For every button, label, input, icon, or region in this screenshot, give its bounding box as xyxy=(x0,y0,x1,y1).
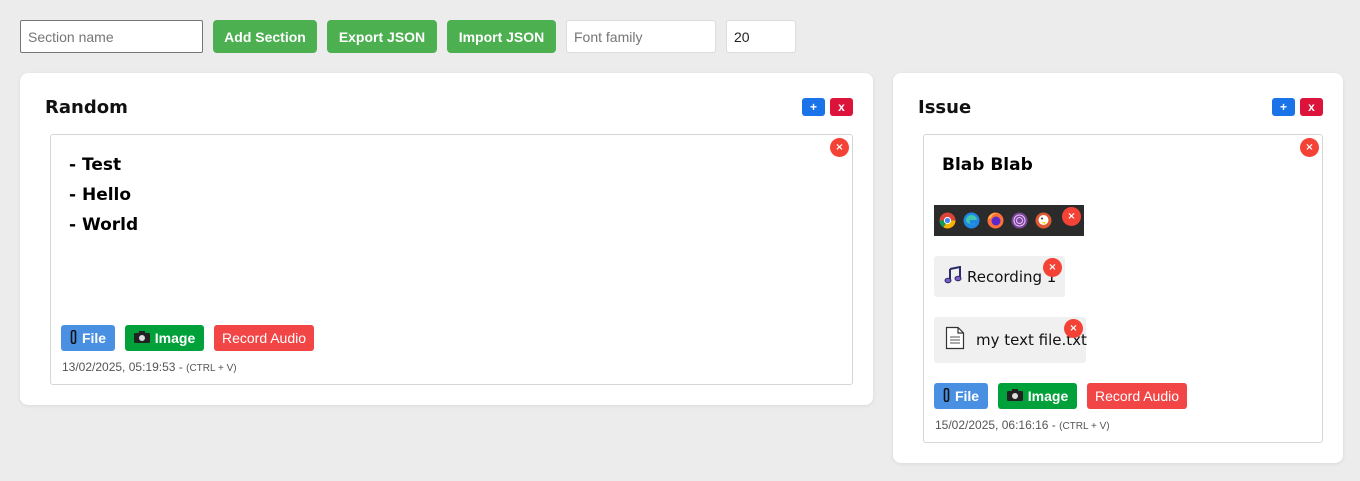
record-audio-button[interactable]: Record Audio xyxy=(214,325,314,351)
close-note-icon[interactable]: × xyxy=(830,138,849,157)
image-button-label: Image xyxy=(154,330,196,346)
firefox-icon xyxy=(985,210,1006,231)
font-family-input[interactable] xyxy=(566,20,716,53)
duckduckgo-icon xyxy=(1033,210,1054,231)
font-size-input[interactable] xyxy=(726,20,796,53)
document-icon xyxy=(945,326,965,354)
timestamp-text: 15/02/2025, 06:16:16 - xyxy=(935,418,1060,432)
import-json-button[interactable]: Import JSON xyxy=(447,20,556,53)
attach-file-button[interactable]: File xyxy=(934,383,988,409)
delete-section-button[interactable]: x xyxy=(830,98,853,116)
section-random: Random + x × - Test - Hello - World File… xyxy=(20,73,873,405)
note-timestamp: 13/02/2025, 05:19:53 - (CTRL + V) xyxy=(62,360,237,374)
record-audio-button[interactable]: Record Audio xyxy=(1087,383,1187,409)
paperclip-icon xyxy=(70,329,77,347)
music-note-icon xyxy=(944,265,962,288)
delete-section-button[interactable]: x xyxy=(1300,98,1323,116)
add-note-button[interactable]: + xyxy=(1272,98,1295,116)
file-attachment[interactable]: my text file.txt xyxy=(934,317,1087,363)
chrome-icon xyxy=(937,210,958,231)
section-title: Random xyxy=(45,97,128,118)
note-card: × - Test - Hello - World File Image Reco… xyxy=(50,134,853,385)
note-text-line[interactable]: - Hello xyxy=(69,185,131,205)
file-button-label: File xyxy=(81,330,107,346)
timestamp-text: 13/02/2025, 05:19:53 - xyxy=(62,360,187,374)
edge-icon xyxy=(961,210,982,231)
remove-file-icon[interactable]: × xyxy=(1064,319,1083,338)
pasted-image xyxy=(934,205,1084,236)
note-timestamp: 15/02/2025, 06:16:16 - (CTRL + V) xyxy=(935,418,1110,432)
add-section-button[interactable]: Add Section xyxy=(213,20,317,53)
tor-icon xyxy=(1009,210,1030,231)
paperclip-icon xyxy=(943,387,950,405)
section-name-input[interactable] xyxy=(20,20,203,53)
note-text-line[interactable]: Blab Blab xyxy=(942,155,1033,175)
section-issue: Issue + x × Blab Blab × Recording 1 × my… xyxy=(893,73,1343,463)
note-card: × Blab Blab × Recording 1 × my text file… xyxy=(923,134,1323,443)
camera-icon xyxy=(133,330,150,346)
image-button-label: Image xyxy=(1027,388,1069,404)
note-text-line[interactable]: - World xyxy=(69,215,138,235)
export-json-button[interactable]: Export JSON xyxy=(327,20,437,53)
attach-file-button[interactable]: File xyxy=(61,325,115,351)
add-note-button[interactable]: + xyxy=(802,98,825,116)
section-title: Issue xyxy=(918,97,972,118)
attach-image-button[interactable]: Image xyxy=(998,383,1077,409)
paste-shortcut-hint: (CTRL + V) xyxy=(186,363,237,374)
paste-shortcut-hint: (CTRL + V) xyxy=(1059,421,1110,432)
attach-image-button[interactable]: Image xyxy=(125,325,204,351)
close-note-icon[interactable]: × xyxy=(1300,138,1319,157)
note-text-line[interactable]: - Test xyxy=(69,155,121,175)
camera-icon xyxy=(1006,388,1023,404)
file-button-label: File xyxy=(954,388,980,404)
remove-image-icon[interactable]: × xyxy=(1062,207,1081,226)
remove-audio-icon[interactable]: × xyxy=(1043,258,1062,277)
toolbar: Add Section Export JSON Import JSON xyxy=(20,20,796,53)
